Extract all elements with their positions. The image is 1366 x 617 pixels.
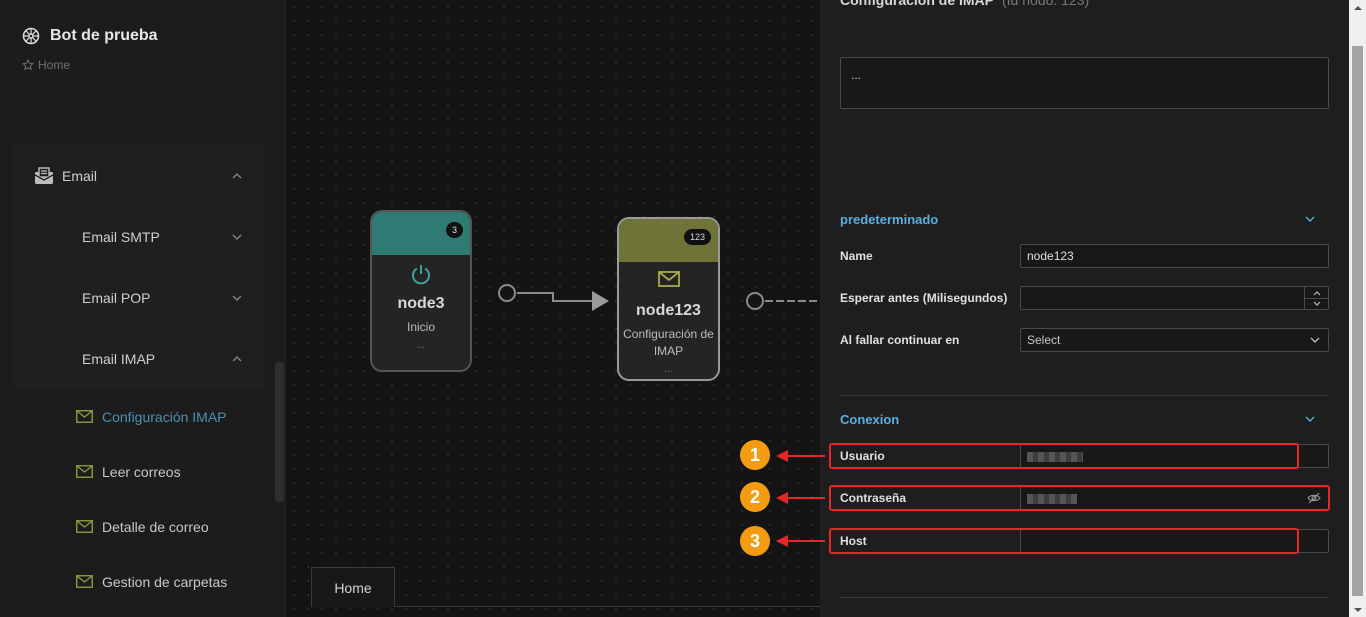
name-label: Name <box>840 249 873 263</box>
page-scrollbar[interactable] <box>1349 0 1366 617</box>
sidebar-item-email-pop[interactable]: Email POP <box>14 267 264 328</box>
panel-title-text: Configuración de IMAP <box>840 0 994 8</box>
node-output-port[interactable] <box>498 284 516 302</box>
mail-icon <box>76 465 93 478</box>
leaf-label: Leer correos <box>102 463 181 480</box>
sidebar-leaf-detalle-de-correo[interactable]: Detalle de correo <box>14 499 264 554</box>
name-input[interactable]: node123 <box>1020 244 1329 268</box>
annotation-number-1: 1 <box>740 440 770 470</box>
chevron-up-icon <box>1313 290 1320 295</box>
stepper-up[interactable] <box>1305 287 1328 298</box>
sidebar-item-email-pop-label: Email POP <box>82 289 151 306</box>
sidebar-leaf-configuracion-imap[interactable]: Configuración IMAP <box>14 389 264 444</box>
sidebar-item-email-smtp-label: Email SMTP <box>82 228 160 245</box>
node-config-panel: Configuración de IMAP (Id nodo: 123) ... … <box>820 0 1349 617</box>
node-connector <box>517 291 820 311</box>
fail-label: Al fallar continuar en <box>840 333 960 347</box>
sidebar-menu: Email Email SMTP Email POP Email IMAP Co… <box>14 145 264 609</box>
section-divider <box>840 395 1329 396</box>
sidebar-leaf-gestion-de-carpetas[interactable]: Gestion de carpetas <box>14 554 264 609</box>
chevron-down-icon <box>1310 337 1320 343</box>
number-stepper[interactable] <box>1304 287 1328 309</box>
leaf-label: Gestion de carpetas <box>102 573 228 590</box>
mail-icon <box>76 410 93 423</box>
chevron-down-icon <box>1313 301 1320 306</box>
flow-canvas[interactable]: 3 node3 Inicio ... 123 node123 Configura… <box>287 0 820 617</box>
wait-number-input[interactable] <box>1020 286 1329 310</box>
fail-select[interactable]: Select <box>1020 328 1329 352</box>
leaf-label: Configuración IMAP <box>102 408 227 425</box>
panel-title-id: (Id nodo: 123) <box>1002 0 1090 8</box>
section-conexion[interactable]: Conexion <box>840 412 899 427</box>
chevron-down-icon <box>232 295 242 301</box>
wheel-icon <box>22 27 40 45</box>
annotation-box-host <box>829 528 1299 554</box>
annotation-number-2: 2 <box>740 482 770 512</box>
sidebar: Bot de prueba Home Email Email SMTP Emai… <box>0 0 286 617</box>
tab-home[interactable]: Home <box>311 567 395 607</box>
scroll-down-arrow[interactable] <box>1349 603 1366 617</box>
sidebar-item-email[interactable]: Email <box>14 145 264 206</box>
sidebar-item-email-imap-label: Email IMAP <box>82 350 156 367</box>
bot-name: Bot de prueba <box>50 27 158 44</box>
annotation-box-usuario <box>829 443 1299 469</box>
sidebar-item-email-label: Email <box>62 167 98 184</box>
breadcrumb-home: Home <box>38 58 71 72</box>
canvas-tab-bar: Home <box>311 567 820 607</box>
description-textarea[interactable]: ... <box>840 57 1329 109</box>
stepper-down[interactable] <box>1305 298 1328 309</box>
inbox-icon <box>34 166 54 185</box>
annotation-box-contrasena <box>829 485 1330 511</box>
sidebar-item-email-imap[interactable]: Email IMAP <box>14 328 264 389</box>
bot-brand[interactable]: Bot de prueba <box>22 27 158 45</box>
sidebar-item-email-smtp[interactable]: Email SMTP <box>14 206 264 267</box>
breadcrumb[interactable]: Home <box>22 58 70 72</box>
chevron-down-icon[interactable] <box>1305 414 1315 424</box>
chevron-down-icon <box>232 234 242 240</box>
section-divider <box>840 597 1329 598</box>
chevron-down-icon[interactable] <box>1305 214 1315 224</box>
scroll-up-arrow[interactable] <box>1349 0 1366 14</box>
annotation-number-3: 3 <box>740 526 770 556</box>
panel-title: Configuración de IMAP (Id nodo: 123) <box>840 0 1089 8</box>
sidebar-leaf-leer-correos[interactable]: Leer correos <box>14 444 264 499</box>
chevron-up-icon <box>232 172 242 178</box>
node-output-port[interactable] <box>746 292 764 310</box>
wait-label: Esperar antes (Milisegundos) <box>840 291 1008 305</box>
star-icon <box>22 59 34 71</box>
scrollbar-thumb[interactable] <box>1352 46 1363 596</box>
section-predeterminado[interactable]: predeterminado <box>840 212 938 227</box>
sidebar-scrollbar[interactable] <box>275 362 284 502</box>
fail-select-value: Select <box>1027 333 1061 347</box>
mail-icon <box>76 575 93 588</box>
mail-icon <box>76 520 93 533</box>
leaf-label: Detalle de correo <box>102 518 209 535</box>
chevron-up-icon <box>232 355 242 361</box>
